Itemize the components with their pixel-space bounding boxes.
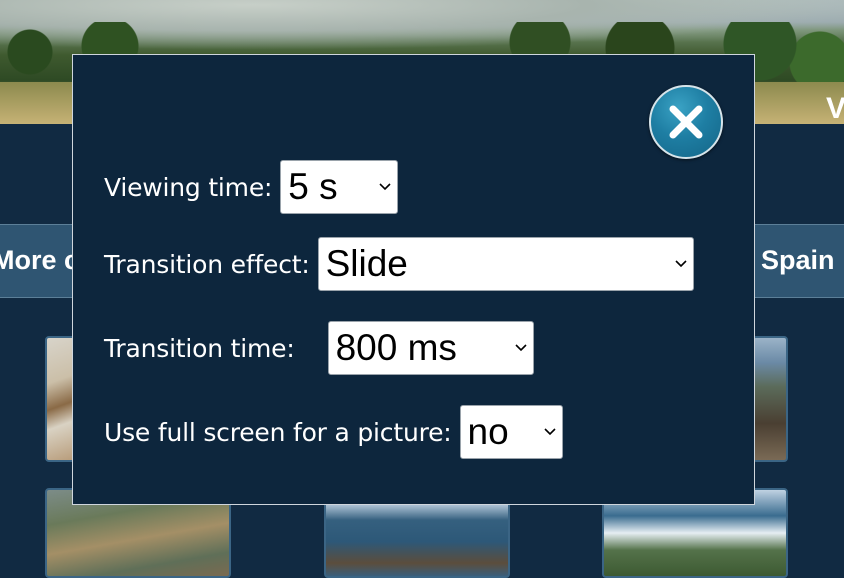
- transition-effect-label: Transition effect:: [104, 249, 310, 279]
- transition-effect-row: Transition effect: Slide: [104, 237, 694, 291]
- transition-time-row: Transition time: 800 ms: [104, 321, 534, 375]
- transition-time-select[interactable]: 800 ms: [327, 321, 534, 375]
- transition-time-value: 800 ms: [335, 327, 457, 368]
- chevron-down-icon: [675, 260, 687, 268]
- close-button[interactable]: [649, 85, 723, 159]
- transition-effect-value: Slide: [325, 243, 408, 284]
- slideshow-settings-dialog: Viewing time: 5 s Transition effect: Sli…: [72, 54, 755, 505]
- full-screen-select[interactable]: no: [459, 405, 563, 459]
- transition-time-label: Transition time:: [104, 333, 295, 363]
- transition-effect-select[interactable]: Slide: [317, 237, 694, 291]
- nav-link-spain[interactable]: Spain: [761, 245, 835, 276]
- close-x-icon: [669, 105, 703, 139]
- gallery-thumbnail[interactable]: [752, 336, 788, 462]
- chevron-down-icon: [379, 183, 391, 191]
- hero-title: V: [826, 92, 844, 125]
- full-screen-row: Use full screen for a picture: no: [104, 405, 563, 459]
- viewing-time-row: Viewing time: 5 s: [104, 160, 399, 214]
- viewing-time-select[interactable]: 5 s: [280, 160, 399, 214]
- full-screen-value: no: [467, 411, 509, 452]
- chevron-down-icon: [543, 428, 556, 436]
- chevron-down-icon: [514, 344, 527, 352]
- nav-link-more[interactable]: More c: [0, 245, 79, 276]
- viewing-time-value: 5 s: [288, 166, 338, 207]
- viewing-time-label: Viewing time:: [104, 172, 273, 202]
- full-screen-label: Use full screen for a picture:: [104, 417, 452, 447]
